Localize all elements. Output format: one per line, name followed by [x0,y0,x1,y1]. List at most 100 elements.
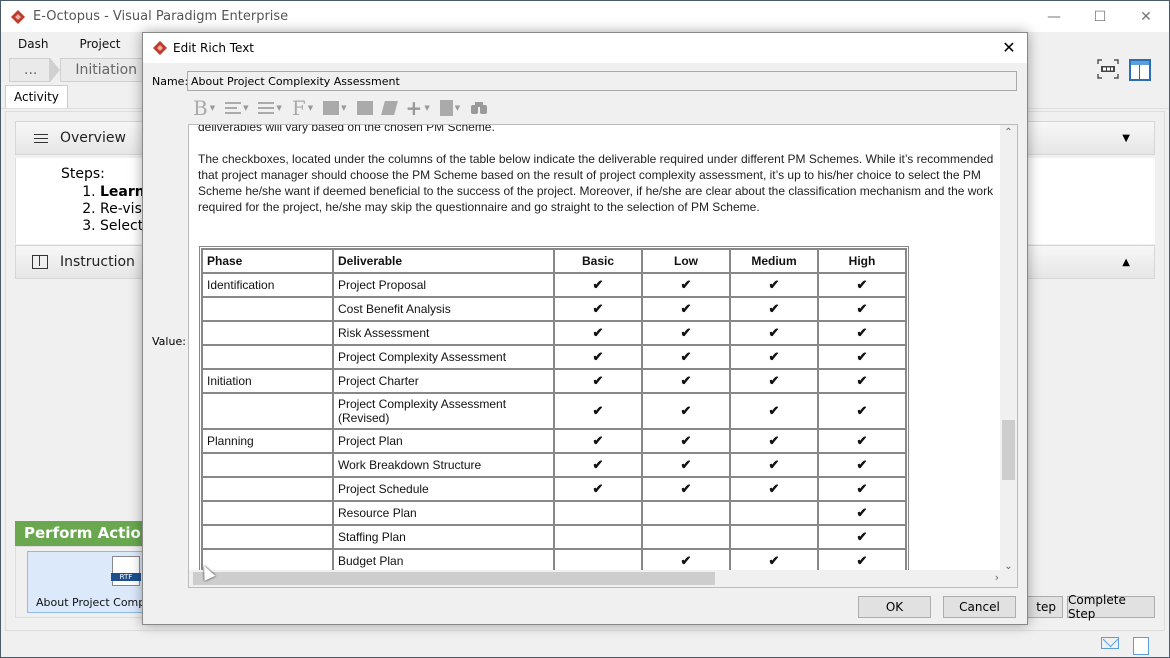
phase-cell [202,477,333,501]
vertical-scrollbar[interactable]: ⌃ ⌄ [1000,125,1017,572]
basic-cell: ✔ [554,369,642,393]
checkmark-icon: ✔ [856,481,868,496]
image-icon [356,101,373,115]
deliverable-cell: Risk Assessment [333,321,554,345]
find-button[interactable] [468,97,490,119]
medium-cell: ✔ [730,321,818,345]
editor-content[interactable]: deliverables will vary based on the chos… [198,124,998,231]
checkmark-icon: ✔ [592,277,604,292]
list-button[interactable]: ▼ [256,97,283,119]
low-cell: ✔ [642,345,730,369]
status-bar-icons [1101,637,1149,655]
ok-button[interactable]: OK [858,596,931,618]
column-header-phase: Phase [202,249,333,273]
high-cell: ✔ [818,501,906,525]
phase-cell [202,345,333,369]
format-painter-icon [380,101,398,115]
font-icon: F [291,96,306,120]
title-bar: E-Octopus - Visual Paradigm Enterprise —… [1,1,1169,32]
low-cell: ✔ [642,453,730,477]
deliverable-cell: Project Schedule [333,477,554,501]
vertical-scroll-thumb[interactable] [1002,420,1015,480]
image-button[interactable] [355,97,375,119]
insert-button[interactable]: + ▼ [404,96,432,120]
column-header-high: High [818,249,906,273]
phase-cell: Identification [202,273,333,297]
phase-cell [202,525,333,549]
high-cell: ✔ [818,393,906,429]
dropdown-arrow-icon: ▼ [243,104,249,112]
rich-text-editor[interactable]: deliverables will vary based on the chos… [188,124,1018,588]
edit-rich-text-dialog: Edit Rich Text ✕ Name: B▼ ▼ ▼ F▼ ▼ +▼ [142,32,1028,625]
rtf-document-icon: RTF [111,556,141,586]
deliverable-cell: Project Complexity Assessment [333,345,554,369]
deliverable-cell: Work Breakdown Structure [333,453,554,477]
menu-icon [34,133,48,143]
mail-icon[interactable] [1101,637,1119,649]
window-controls: — ☐ ✕ [1031,1,1169,32]
scroll-right-icon[interactable]: › [995,571,999,584]
checkmark-icon: ✔ [768,325,780,340]
high-cell: ✔ [818,477,906,501]
medium-cell: ✔ [730,453,818,477]
checkmark-icon: ✔ [592,373,604,388]
checkmark-icon: ✔ [768,277,780,292]
action-tile-label: About Project Complex [36,596,146,609]
checkmark-icon: ✔ [768,373,780,388]
document-button[interactable]: ▼ [438,97,462,119]
high-cell: ✔ [818,321,906,345]
dialog-title-bar: Edit Rich Text ✕ [143,33,1027,63]
close-button[interactable]: ✕ [1123,1,1169,32]
dialog-close-button[interactable]: ✕ [999,38,1019,58]
checkmark-icon: ✔ [856,505,868,520]
paragraph: deliverables will vary based on the chos… [198,124,495,134]
panel-settings-icon[interactable] [1129,59,1151,81]
checkmark-icon: ✔ [768,457,780,472]
complete-step-button[interactable]: Complete Step [1067,593,1155,621]
expand-caret-icon[interactable]: ▲ [1122,257,1130,268]
fit-to-screen-icon[interactable] [1097,59,1119,79]
format-painter-button[interactable] [380,97,398,119]
horizontal-scroll-thumb[interactable] [193,572,715,585]
checkmark-icon: ✔ [592,301,604,316]
minimize-button[interactable]: — [1031,1,1077,32]
checkmark-icon: ✔ [768,301,780,316]
table-row: Identification Project Proposal ✔ ✔ ✔ ✔ [202,273,906,297]
table-header-row: Phase Deliverable Basic Low Medium High [202,249,906,273]
phase-cell [202,393,333,429]
checkmark-icon: ✔ [592,457,604,472]
column-header-medium: Medium [730,249,818,273]
checkmark-icon: ✔ [768,481,780,496]
horizontal-scrollbar[interactable]: › [189,570,1017,587]
tab-activity[interactable]: Activity [5,85,68,108]
name-input[interactable] [187,71,1017,91]
find-icon [471,102,488,114]
table-button[interactable]: ▼ [321,97,348,119]
checkmark-icon: ✔ [856,325,868,340]
instruction-label: Instruction [60,254,135,270]
checkmark-icon: ✔ [680,349,692,364]
bold-button[interactable]: B ▼ [191,96,217,120]
deliverable-cell: Project Charter [333,369,554,393]
column-header-basic: Basic [554,249,642,273]
high-cell: ✔ [818,429,906,453]
maximize-button[interactable]: ☐ [1077,1,1123,32]
checkmark-icon: ✔ [592,481,604,496]
breadcrumb-initiation[interactable]: Initiation [60,58,151,82]
medium-cell: ✔ [730,393,818,429]
scroll-up-icon[interactable]: ⌃ [1000,127,1017,138]
checkmark-icon: ✔ [768,433,780,448]
menu-dash[interactable]: Dash [1,37,62,51]
low-cell: ✔ [642,429,730,453]
collapse-caret-icon[interactable]: ▼ [1122,133,1130,144]
checkmark-icon: ✔ [680,481,692,496]
menu-project[interactable]: Project [62,37,134,51]
document-icon [439,100,453,116]
deliverable-cell: Project Complexity Assessment (Revised) [333,393,554,429]
note-icon[interactable] [1133,637,1149,655]
font-button[interactable]: F ▼ [290,96,315,120]
align-button[interactable]: ▼ [223,97,250,119]
breadcrumb-more[interactable]: ... [9,58,51,82]
cancel-button[interactable]: Cancel [943,596,1016,618]
low-cell: ✔ [642,297,730,321]
